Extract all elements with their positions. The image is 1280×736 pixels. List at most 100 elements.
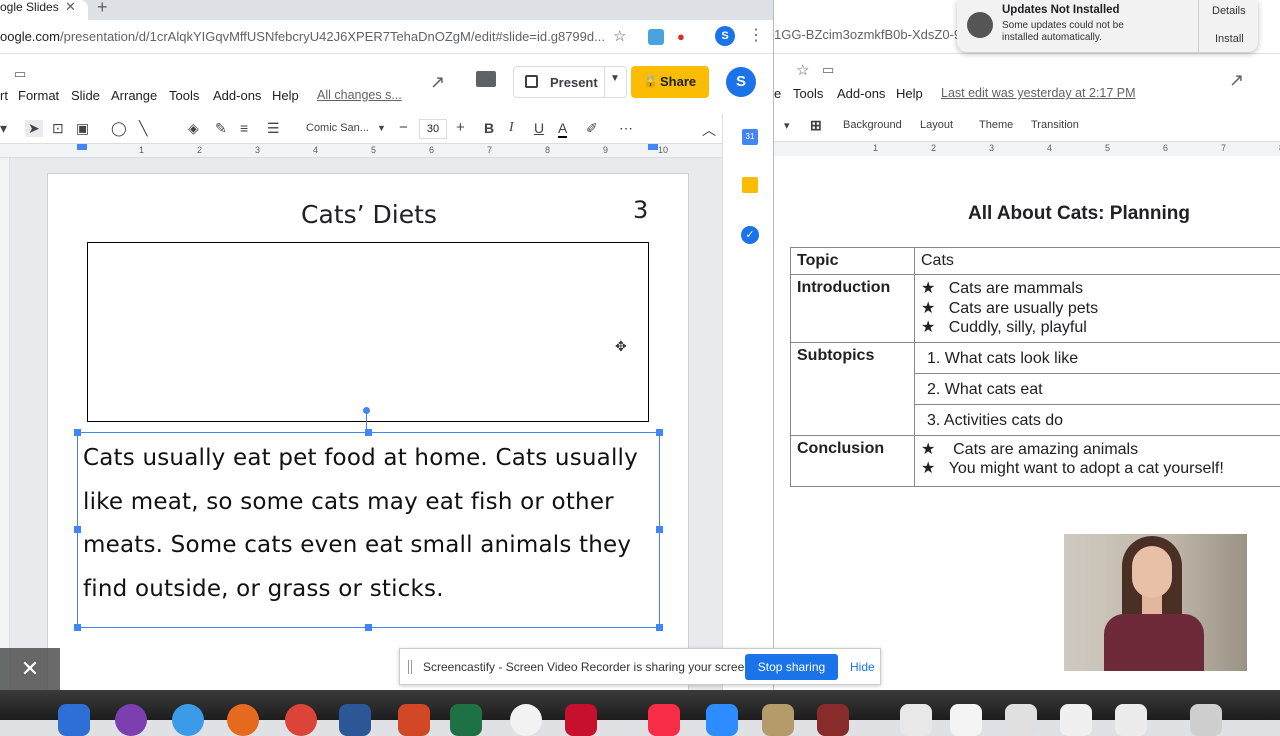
address-bar[interactable]: oogle.com/presentation/d/1crAlqkYIGqvMff… [0,20,773,54]
resize-handle[interactable] [656,526,663,533]
nebraska-app-icon[interactable] [565,704,597,736]
url-text[interactable]: oogle.com/presentation/d/1crAlqkYIGqvMff… [0,29,605,44]
preview-icon[interactable] [762,704,794,736]
tasks-icon[interactable]: ✓ [741,226,759,244]
powerpoint-icon[interactable] [398,704,430,736]
chevron-down-icon[interactable]: ▼ [610,73,620,84]
resize-handle[interactable] [656,429,663,436]
star-icon[interactable]: ☆ [796,61,809,79]
menu-arrange[interactable]: Arrange [111,88,157,103]
more-options-icon[interactable]: ⋯ [619,120,633,137]
menu-help[interactable]: Help [272,88,299,103]
document-thumbnail-icon[interactable] [1060,704,1092,736]
menu-tools[interactable]: Tools [793,86,823,101]
chrome-icon[interactable] [285,704,317,736]
document-thumbnail-icon[interactable] [1005,704,1037,736]
bookmark-star-icon[interactable]: ☆ [613,27,626,45]
transition-button[interactable]: Transition [1031,119,1079,131]
document-thumbnail-icon[interactable] [900,704,932,736]
collapse-toolbar-icon[interactable]: ︿ [702,120,716,140]
new-tab-icon[interactable]: + [97,0,108,18]
move-to-folder-icon[interactable]: ▭ [822,62,834,78]
menu-help[interactable]: Help [896,86,923,101]
trash-icon[interactable] [1190,704,1222,736]
install-button[interactable]: Install [1215,33,1244,45]
resize-handle[interactable] [74,429,81,436]
menu-format[interactable]: Format [18,88,59,103]
browser-menu-icon[interactable]: ⋮ [748,25,764,45]
border-weight-icon[interactable]: ≡ [240,120,248,136]
move-to-folder-icon[interactable]: ▭ [14,66,26,82]
screencastify-extension-icon[interactable]: ● [677,29,693,45]
border-dash-icon[interactable]: ☰ [267,120,280,137]
right-url-text[interactable]: 1GG-BZcim3ozmkfB0b-XdsZ0-9 [774,27,961,42]
close-recording-button[interactable]: ✕ [0,648,60,690]
underline-icon[interactable]: U [534,120,544,136]
shape-icon[interactable]: ◯ [111,120,127,137]
slide-number[interactable]: 3 [633,196,648,224]
update-notification[interactable]: Updates Not Installed Some updates could… [957,0,1258,52]
italic-icon[interactable]: I [509,120,514,136]
word-icon[interactable] [339,704,371,736]
last-edit-link[interactable]: Last edit was yesterday at 2:17 PM [941,86,1136,100]
image-placeholder-box[interactable]: ✥ [87,242,649,422]
resize-handle[interactable] [656,624,663,631]
increase-font-size-icon[interactable]: + [456,119,465,136]
select-cursor-icon[interactable]: ➤ [25,120,43,137]
profile-avatar[interactable]: S [715,26,735,46]
webcam-overlay[interactable] [1064,534,1247,671]
bold-icon[interactable]: B [484,120,494,136]
text-color-icon[interactable]: A [558,120,567,138]
document-thumbnail-icon[interactable] [950,704,982,736]
drag-handle-icon[interactable] [408,660,412,674]
calendar-icon[interactable]: 31 [742,129,758,145]
chevron-down-icon[interactable]: ▾ [784,119,790,132]
resize-handle[interactable] [74,624,81,631]
chevron-down-icon[interactable]: ▼ [377,123,386,133]
add-icon[interactable]: ⊞ [810,117,822,134]
text-box-content[interactable]: Cats usually eat pet food at home. Cats … [83,437,658,611]
stop-sharing-button[interactable]: Stop sharing [745,654,838,680]
layout-button[interactable]: Layout [920,119,953,131]
toolbar-overflow-icon[interactable]: ▾ [0,120,7,137]
keep-icon[interactable] [742,177,758,193]
present-button[interactable]: Present ▼ [513,66,627,98]
slide[interactable]: Cats’ Diets 3 ✥ Cats usually eat pet foo… [47,173,689,690]
close-tab-icon[interactable]: ✕ [65,0,76,14]
menu-insert[interactable]: rt [0,88,8,103]
zoom-icon[interactable] [706,704,738,736]
save-status-link[interactable]: All changes s... [317,88,402,102]
book-icon[interactable] [817,704,849,736]
account-avatar[interactable]: S [726,67,756,97]
font-size-input[interactable]: 30 [419,119,447,139]
tab-google-slides[interactable]: ogle Slides ✕ [0,0,88,20]
resize-handle[interactable] [365,624,372,631]
decrease-font-size-icon[interactable]: − [399,119,408,136]
resize-handle[interactable] [365,429,372,436]
menu-slide[interactable]: Slide [71,88,100,103]
background-button[interactable]: Background [843,119,902,131]
firefox-icon[interactable] [227,704,259,736]
rotate-handle[interactable] [363,407,370,414]
menu-add-ons[interactable]: Add-ons [837,86,885,101]
menu-add-ons[interactable]: Add-ons [213,88,261,103]
comment-history-icon[interactable] [476,71,496,87]
share-button[interactable]: 🔒 Share [631,66,709,98]
selected-text-box[interactable]: Cats usually eat pet food at home. Cats … [77,432,660,628]
finder-icon[interactable] [58,704,90,736]
music-icon[interactable] [648,704,680,736]
image-icon[interactable]: ▣ [76,120,89,137]
photos-icon[interactable] [510,704,542,736]
menu-file[interactable]: e [774,86,781,101]
right-indent-marker[interactable] [648,144,658,150]
menu-tools[interactable]: Tools [169,88,199,103]
excel-icon[interactable] [450,704,482,736]
theme-button[interactable]: Theme [979,119,1013,131]
activity-dashboard-icon[interactable]: ↗ [430,72,445,93]
highlight-color-icon[interactable]: ✐ [586,120,598,137]
line-icon[interactable]: ╲ [139,120,147,137]
safari-icon[interactable] [172,704,204,736]
fill-color-icon[interactable]: ◈ [188,120,199,137]
left-indent-marker[interactable] [77,144,87,150]
siri-icon[interactable] [115,704,147,736]
